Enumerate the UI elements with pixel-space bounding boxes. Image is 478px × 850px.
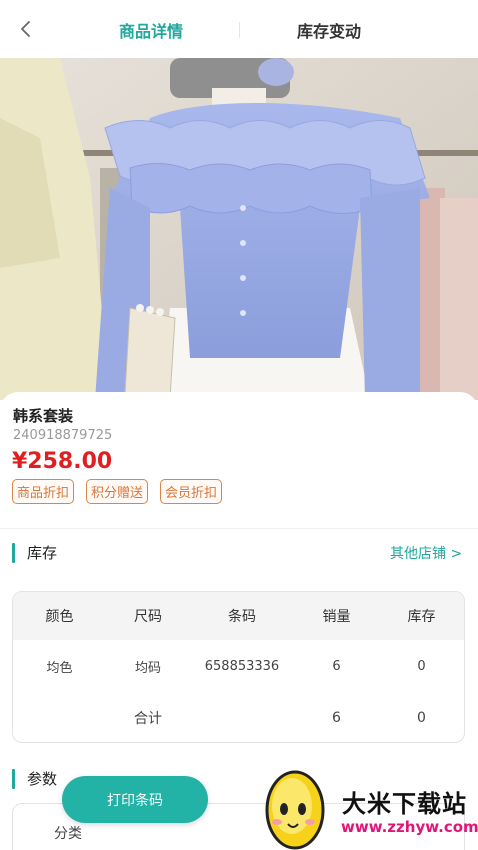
print-barcode-button[interactable]: 打印条码 [62,776,208,823]
product-price: ¥258.00 [12,449,113,474]
param-category-label: 分类 [54,826,82,842]
stock-table-header: 颜色 尺码 条码 销量 库存 [13,592,464,640]
header-size: 尺码 [134,609,162,625]
header-color: 颜色 [45,609,74,625]
other-shops-link[interactable]: 其他店铺 > [390,543,462,563]
stock-section-header: 库存 [12,542,57,563]
params-section-header: 参数 [12,768,57,789]
section-accent-bar [12,542,15,563]
cell-sales: 6 [332,658,341,674]
section-accent-bar [12,768,15,789]
cell-size: 均码 [134,660,161,676]
stock-table: 颜色 尺码 条码 销量 库存 均色 均码 658853336 6 0 合计 6 … [12,591,465,743]
rice-mascot-icon [265,770,325,850]
header-sales: 销量 [322,609,351,625]
tag-points-gift[interactable]: 积分赠送 [86,479,149,504]
watermark-name: 大米下载站 [342,790,467,818]
tag-product-discount[interactable]: 商品折扣 [12,479,75,504]
product-image[interactable] [0,58,478,400]
chevron-left-icon [21,21,30,37]
header-stock: 库存 [407,609,436,625]
cell-stock: 0 [417,658,426,674]
product-name: 韩系套装 [13,407,74,425]
total-stock: 0 [417,710,426,726]
total-sales: 6 [332,710,341,726]
back-button[interactable] [14,16,38,42]
total-label: 合计 [134,711,162,727]
product-photo-illustration [0,58,478,400]
header-barcode: 条码 [228,609,256,625]
table-row: 均色 均码 658853336 6 0 [13,640,464,692]
tag-member-discount[interactable]: 会员折扣 [160,479,223,504]
promo-tags: 商品折扣 积分赠送 会员折扣 [12,479,223,504]
top-bar: 商品详情 库存变动 [0,0,478,58]
table-total-row: 合计 6 0 [13,692,464,742]
params-section-title: 参数 [27,770,58,788]
watermark-url: www.zzhyw.com [341,818,478,836]
tab-divider [239,22,240,38]
divider [0,528,478,529]
tab-product-detail[interactable]: 商品详情 [119,18,183,42]
cell-barcode: 658853336 [204,658,280,674]
product-sku: 240918879725 [13,428,113,443]
tab-stock-change[interactable]: 库存变动 [297,18,361,42]
stock-section-title: 库存 [27,544,58,562]
cell-color: 均色 [46,660,73,676]
